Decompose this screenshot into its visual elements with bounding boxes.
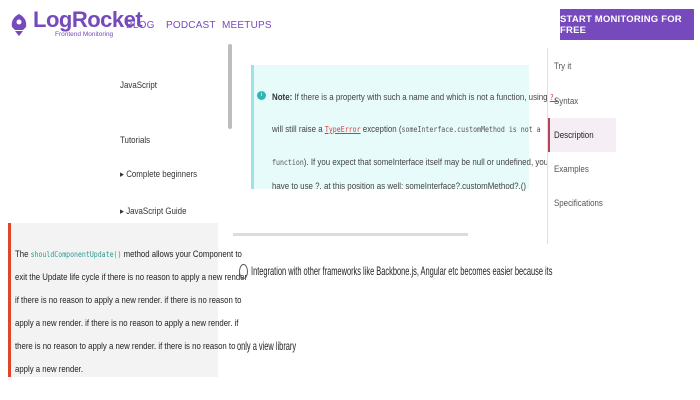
brand-tagline: Frontend Monitoring <box>55 31 114 38</box>
sidebar-scrollbar[interactable] <box>228 44 232 129</box>
scu-line-3: if there is no reason to apply a new ren… <box>15 295 242 306</box>
sidebar-item-complete-beginners[interactable]: ▸ Complete beginners <box>120 169 197 180</box>
scu-line-5: there is no reason to apply a new render… <box>15 341 236 352</box>
nav-meetups-link[interactable]: MEETUPS <box>222 20 272 31</box>
sidebar-item-javascript-guide[interactable]: ▸ JavaScript Guide <box>120 206 187 217</box>
toc-item-try-it[interactable]: Try it <box>554 61 571 71</box>
scu-line-4: apply a new render. if there is no reaso… <box>15 318 239 329</box>
scu-code: shouldComponentUpdate() <box>30 250 122 259</box>
typeerror-link[interactable]: TypeError <box>325 125 361 134</box>
sidebar-item-javascript[interactable]: JavaScript <box>120 80 157 90</box>
note-line-2: will still raise a TypeError exception (… <box>272 124 541 134</box>
integration-line-2: only a view library <box>237 339 297 353</box>
sidebar-item-tutorials[interactable]: Tutorials <box>120 135 150 145</box>
logo[interactable]: LogRocket Frontend Monitoring <box>8 8 143 44</box>
note-line-4: have to use ?. at this position as well:… <box>272 181 527 191</box>
note-line-1: Note: If there is a property with such a… <box>272 92 558 102</box>
nav-blog-link[interactable]: BLOG <box>126 20 155 31</box>
note-line-3: function). If you expect that someInterf… <box>272 157 549 167</box>
info-outline-icon <box>239 264 248 279</box>
scu-line-6: apply a new render. <box>15 364 83 375</box>
start-monitoring-button[interactable]: START MONITORING FOR FREE <box>560 9 694 40</box>
scu-line-1: The shouldComponentUpdate() method allow… <box>15 249 242 260</box>
nav-podcast-link[interactable]: PODCAST <box>166 20 216 31</box>
toc-item-examples[interactable]: Examples <box>554 164 589 174</box>
note-label: Note: <box>272 92 293 102</box>
info-icon: i <box>257 91 266 100</box>
integration-top-border <box>233 233 468 236</box>
toc-item-description[interactable]: Description <box>554 130 594 140</box>
scu-line-2: exit the Update life cycle if there is n… <box>15 272 248 283</box>
toc-item-syntax[interactable]: Syntax <box>554 96 578 106</box>
integration-line-1: Integration with other frameworks like B… <box>251 264 553 278</box>
toc-item-specifications[interactable]: Specifications <box>554 198 603 208</box>
rocket-logo-icon <box>11 14 27 36</box>
sidebar-item-label: JavaScript Guide <box>126 206 187 216</box>
sidebar-item-label: Complete beginners <box>126 169 198 179</box>
